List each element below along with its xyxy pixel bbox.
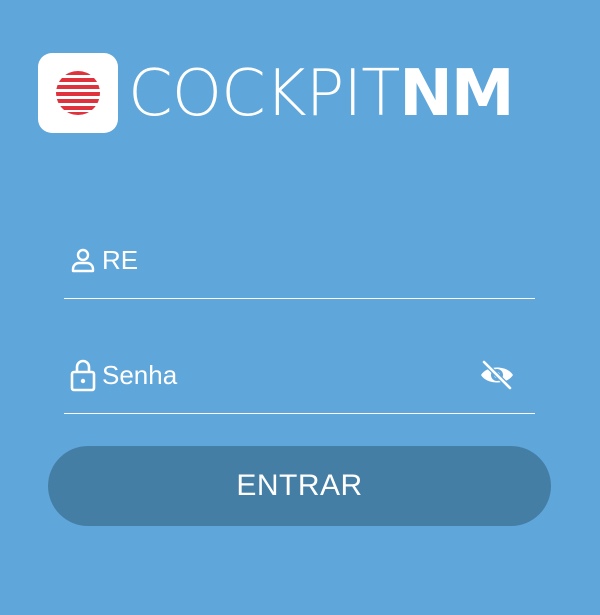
logo-badge [38, 53, 118, 133]
username-field [64, 222, 535, 299]
lock-icon [68, 359, 98, 392]
user-icon [68, 245, 98, 275]
striped-globe-icon [56, 71, 100, 115]
password-input[interactable] [98, 355, 462, 395]
password-field [64, 337, 535, 414]
app-logo: COCKPITNM [38, 52, 560, 134]
login-button[interactable]: ENTRAR [48, 446, 551, 526]
brand-name-light: COCKPIT [128, 56, 400, 131]
eye-off-icon[interactable] [479, 357, 515, 393]
username-input[interactable] [98, 240, 462, 280]
brand-wordmark: COCKPITNM [128, 61, 515, 126]
brand-name-bold: NM [399, 56, 514, 131]
